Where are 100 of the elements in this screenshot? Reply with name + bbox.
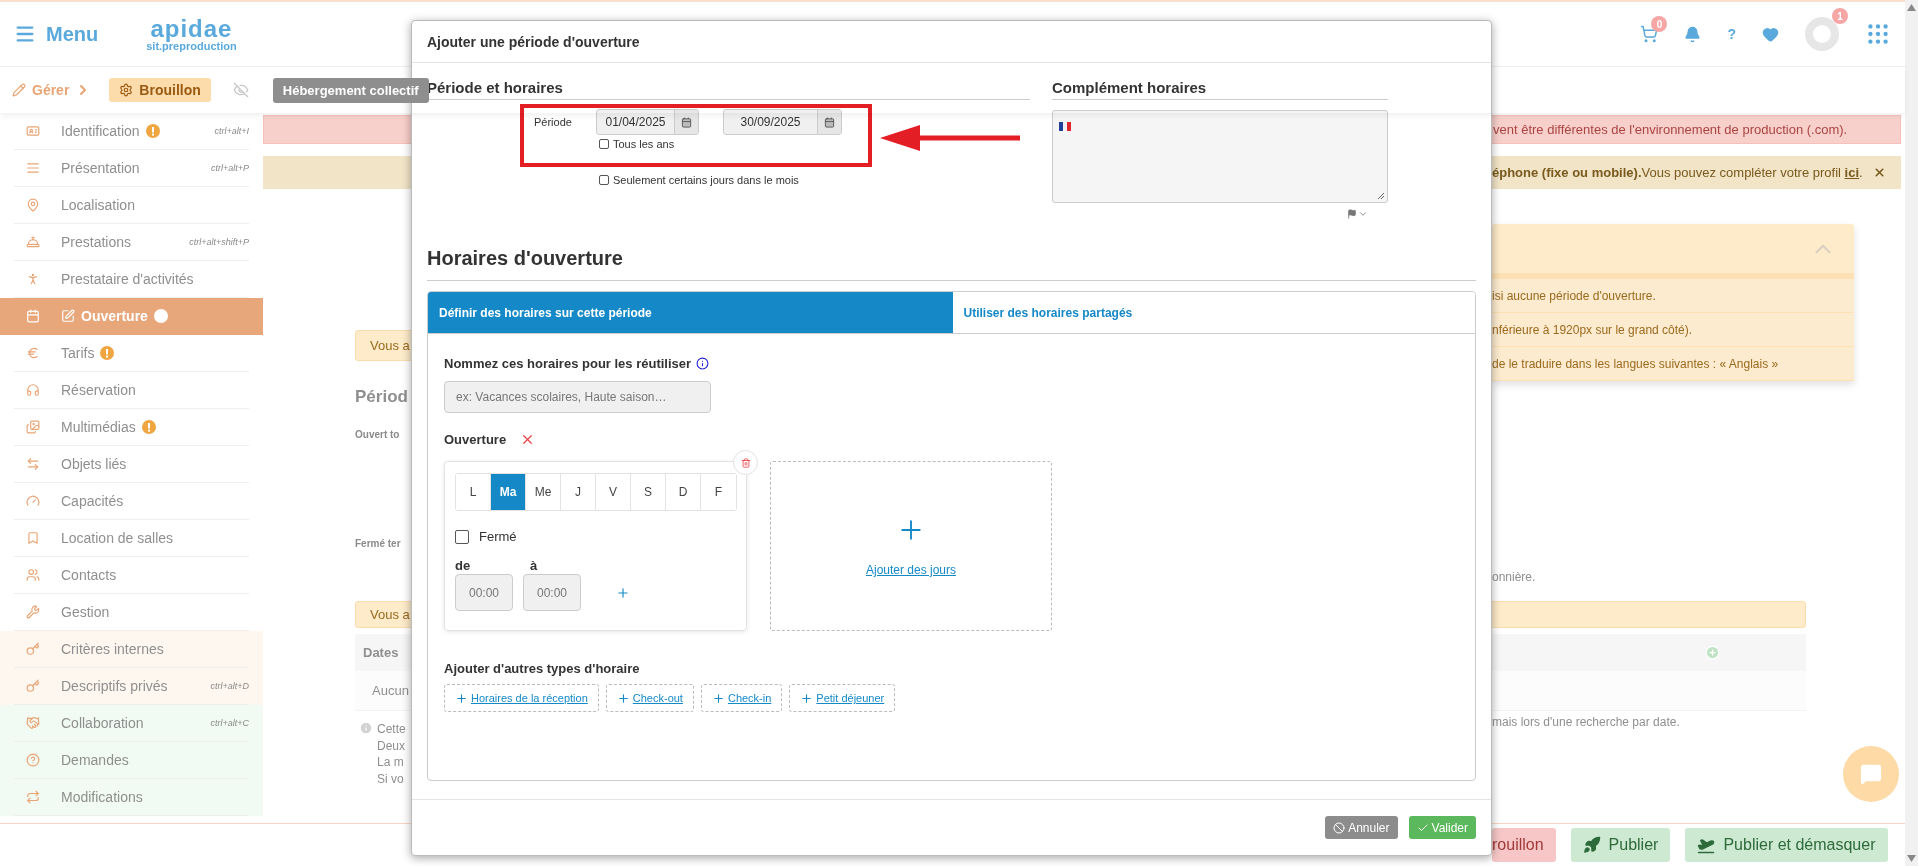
chat-button[interactable] — [1843, 746, 1899, 802]
add-hours-type-button[interactable]: Check-in — [700, 684, 783, 712]
add-hours-type-button[interactable]: Petit déjeuner — [789, 684, 896, 712]
sidebar-label: Contacts — [61, 567, 117, 583]
sidebar-label: Descriptifs privés — [61, 678, 168, 694]
euro-icon — [26, 346, 40, 360]
add-hours-type-button[interactable]: Check-out — [605, 684, 694, 712]
section-heading: Périod — [355, 387, 409, 407]
bookmark-icon — [26, 531, 40, 545]
cancel-button[interactable]: Annuler — [1325, 816, 1398, 839]
add-icon[interactable] — [1705, 645, 1720, 660]
field-label: Ouvert to — [355, 429, 401, 440]
day-toggle[interactable]: Ma — [491, 474, 526, 510]
scroll-up-icon[interactable] — [1907, 4, 1916, 11]
alert-message: vent être différentes de l'environnement de production (.com). — [1493, 122, 1849, 137]
footer-button[interactable]: Publier — [1570, 828, 1671, 862]
plus-icon — [800, 691, 814, 705]
info-icon[interactable] — [696, 357, 710, 370]
add-button[interactable] — [616, 585, 630, 600]
list-icon — [26, 161, 40, 175]
scroll-down-icon[interactable] — [1907, 855, 1916, 862]
modal-title: Ajouter une période d'ouverture — [412, 21, 1491, 63]
flag-icon — [1059, 122, 1071, 131]
chat-icon — [1860, 763, 1882, 785]
add-days-link[interactable]: Ajouter des jours — [865, 563, 956, 577]
manage-link[interactable]: Gérer — [12, 82, 92, 98]
alert-message: éphone (fixe ou mobile).Vous pouvez compléter votre profil ici. — [1492, 165, 1863, 180]
scrollbar[interactable] — [1905, 0, 1918, 866]
help-link[interactable]: ? — [1727, 26, 1736, 42]
handshake-icon — [26, 716, 40, 730]
day-toggle[interactable]: L — [456, 474, 491, 510]
resize-handle-icon[interactable] — [1377, 192, 1385, 200]
shortcut-hint: ctrl+alt+C — [210, 718, 249, 728]
cart-count: 0 — [1651, 16, 1668, 32]
checkbox-label: Seulement certains jours dans le mois — [613, 174, 799, 186]
validate-button[interactable]: Valider — [1408, 816, 1476, 839]
calendar-icon — [26, 309, 40, 323]
completion-item: nférieure à 1920px sur le grand côté). — [1492, 313, 1854, 347]
add-days-button[interactable]: Ajouter des jours — [770, 461, 1052, 631]
date-field[interactable]: 30/09/2025 — [723, 109, 842, 135]
sidebar-label: Identification — [61, 123, 140, 139]
plane-icon — [1697, 836, 1716, 854]
checkbox[interactable] — [599, 139, 609, 149]
notification-count: 1 — [1832, 8, 1848, 24]
flag-icon — [1347, 209, 1357, 219]
footer-button[interactable]: Publier et démasquer — [1685, 828, 1888, 862]
calendar-icon — [824, 116, 835, 128]
completion-item: isi aucune période d'ouverture. — [1492, 279, 1854, 313]
heart-icon[interactable] — [1762, 25, 1779, 43]
status-badge[interactable]: Brouillon — [109, 78, 211, 102]
field-label: Nommez ces horaires pour les réutiliser — [444, 356, 692, 371]
apps-grid-icon[interactable] — [1865, 21, 1891, 47]
sidebar-label: Réservation — [61, 382, 136, 398]
pencil-icon — [12, 83, 26, 97]
checkbox-label: Tous les ans — [613, 138, 675, 150]
footer-button[interactable]: rouillon — [1492, 828, 1556, 862]
users-icon — [26, 568, 40, 582]
sidebar-item[interactable]: Critères internes — [0, 631, 263, 668]
sidebar-label: Critères internes — [61, 641, 164, 657]
repeat-icon — [26, 790, 40, 804]
notifications-icon[interactable] — [1684, 25, 1702, 43]
checkbox[interactable] — [455, 529, 469, 544]
sidebar-item[interactable]: Modifications — [0, 779, 263, 816]
eye-off-icon[interactable] — [232, 82, 249, 98]
sidebar-item[interactable]: Ouverture — [0, 298, 263, 335]
notice-text: Vous a — [370, 338, 410, 353]
completion-item: de le traduire dans les langues suivantes : « Anglais » — [1492, 347, 1854, 381]
input-field[interactable]: ex: Vacances scolaires, Haute saison… — [444, 381, 711, 413]
sidebar-label: Capacités — [61, 493, 124, 509]
calendar-icon — [681, 116, 692, 128]
date-field[interactable]: 01/04/2025 — [596, 109, 699, 135]
checkbox[interactable] — [599, 175, 609, 185]
sidebar-label: Gestion — [61, 604, 110, 620]
sidebar-item[interactable]: Collaboration ctrl+alt+C — [0, 705, 263, 742]
time-field[interactable]: 00:00 — [523, 574, 581, 611]
time-field[interactable]: 00:00 — [455, 574, 513, 611]
type-badge: Hébergement collectif — [272, 77, 429, 103]
cart-icon[interactable] — [1640, 25, 1659, 43]
headphones-icon — [26, 383, 40, 397]
key-icon — [26, 679, 40, 693]
field-label: Ouverture — [444, 432, 507, 447]
sidebar-item[interactable]: Descriptifs privés ctrl+alt+D — [0, 668, 263, 705]
section-heading: Complément horaires — [1052, 79, 1388, 100]
delete-button[interactable] — [733, 450, 758, 475]
language-button[interactable] — [1347, 209, 1368, 219]
info-text: Cette — [377, 721, 406, 738]
map-pin-icon — [26, 198, 40, 212]
ban-icon — [1333, 821, 1346, 834]
close-icon[interactable] — [1872, 166, 1886, 179]
bell-icon — [26, 235, 40, 249]
field-label: de — [455, 558, 472, 573]
shortcut-hint: ctrl+alt+D — [210, 681, 249, 691]
column-header: Dates — [363, 645, 400, 660]
info-text: Deux — [377, 737, 406, 754]
logo[interactable]: apidae sit.preproduction — [146, 16, 237, 52]
menu-button[interactable]: Menu — [14, 22, 99, 46]
key-icon — [26, 642, 40, 656]
add-hours-type-button[interactable]: Horaires de la réception — [444, 684, 599, 712]
sidebar-item[interactable]: Demandes — [0, 742, 263, 779]
tab[interactable]: Définir des horaires sur cette période — [428, 292, 953, 333]
